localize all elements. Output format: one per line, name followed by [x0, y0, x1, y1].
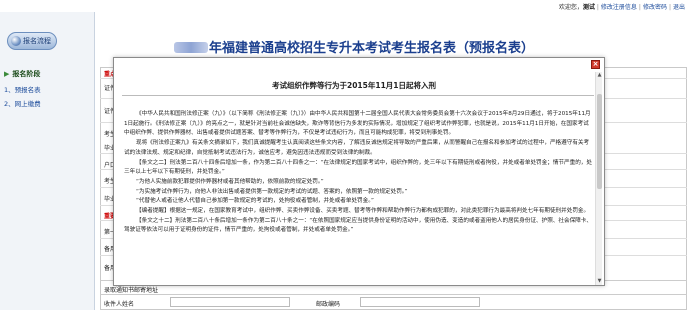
modal-paragraph: 《中华人民共和国刑法修正案（九）》（以下简称《刑法修正案（九）》）由中华人民共和…	[124, 111, 591, 137]
modal-titlebar: ×	[114, 58, 604, 69]
scroll-down-arrow-icon[interactable]: ▼	[596, 278, 603, 285]
edit-info-link[interactable]: 修改注册信息	[601, 4, 637, 11]
modal-paragraph: 【条文之十二】刑法第二百八十条后增加一条作为第二百八十条之一：“在依照国家规定应…	[124, 217, 592, 234]
modal-body: 《中华人民共和国刑法修正案（九）》（以下简称《刑法修正案（九）》）由中华人民共和…	[124, 110, 592, 280]
modal-paragraph: 现将《刑法修正案九》有关条文摘录如下，我们真诚提醒考生认真阅读这些条文内容，了解…	[124, 140, 590, 156]
postcode-label: 邮政编码	[316, 301, 341, 308]
welcome-text: 欢迎您，	[558, 4, 583, 11]
sidebar-item-pre-registration[interactable]: 1、预报名表	[4, 84, 41, 94]
modal-paragraph: “代替他人或者让他人代替自己参加第一款规定的考试的，处拘役或者管制，并处或者单处…	[136, 198, 374, 205]
close-button[interactable]: ×	[591, 60, 600, 69]
logout-link[interactable]: 退出	[673, 4, 685, 11]
top-bar: 欢迎您，测试 | 修改注册信息 | 修改密码 | 退出	[0, 0, 691, 12]
receipt-address-label: 录取通知书邮寄地址	[104, 287, 159, 294]
modal-paragraph: “为他人实施前款犯罪提供作弊器材或者其他帮助的，依照前款的规定处罚。”	[136, 178, 324, 185]
nav-section-heading: ▶ 报名阶段	[4, 70, 41, 78]
triangle-right-icon: ▶	[4, 70, 10, 78]
modal-title: 考试组织作弊等行为于2015年11月1日起将入刑	[271, 81, 437, 90]
modal-paragraph: 【条文之二】刑法第二百八十四条后增加一条，作为第二百八十四条之一：“在法律规定的…	[124, 159, 592, 176]
modal-paragraph: “为实施考试作弊行为，向他人非法出售或者提供第一款规定的考试的试题、答案的，依照…	[136, 188, 408, 195]
notice-modal: × 考试组织作弊等行为于2015年11月1日起将入刑 《中华人民共和国刑法修正案…	[113, 57, 605, 286]
orb-icon	[11, 36, 21, 46]
page-title: 年福建普通高校招生专升本考试考生报名表（预报名表）	[174, 37, 534, 56]
logo-label: 报名流程	[23, 37, 51, 45]
user-links: 欢迎您，测试 | 修改注册信息 | 修改密码 | 退出	[558, 4, 685, 11]
process-logo-button[interactable]: 报名流程	[7, 32, 57, 50]
modal-scrollbar[interactable]: ▲ ▼	[595, 72, 602, 285]
redacted-year	[174, 42, 208, 53]
sidebar-item-online-payment[interactable]: 2、网上缴费	[4, 98, 41, 108]
sidebar: 报名流程 ▶ 报名阶段 1、预报名表 2、网上缴费	[0, 12, 95, 310]
change-password-link[interactable]: 修改密码	[643, 4, 667, 11]
modal-paragraph: 【编者提醒】根据这一规定，在国家教育考试中，组织作弊、买卖作弊设备、买卖考题、替…	[136, 208, 590, 215]
postcode-input[interactable]	[360, 297, 480, 307]
modal-divider	[122, 95, 594, 96]
receiver-row: 收件人姓名 邮政编码	[100, 294, 687, 308]
scrollbar-thumb[interactable]	[597, 94, 602, 189]
receiver-label: 收件人姓名	[104, 301, 135, 308]
receiver-input[interactable]	[170, 297, 290, 307]
scroll-up-arrow-icon[interactable]: ▲	[596, 72, 603, 79]
username: 测试	[582, 4, 595, 11]
